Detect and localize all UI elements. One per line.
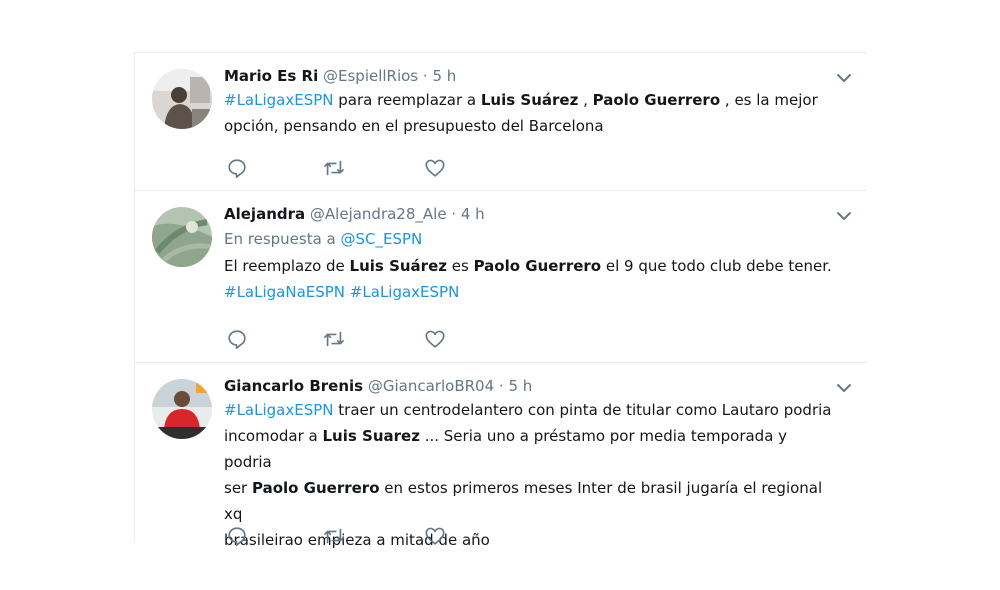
tweet-text: El reemplazo de Luis Suárez es Paolo Gue… (224, 253, 834, 305)
tweet-header: Alejandra @Alejandra28_Ale · 4 h (224, 203, 834, 225)
tweet[interactable]: Giancarlo Brenis @GiancarloBR04 · 5 h #L… (135, 363, 867, 549)
text-span: , (578, 91, 593, 109)
bold-text: Paolo Guerrero (473, 257, 602, 275)
tweet-content: Mario Es Ri @EspiellRios · 5 h #LaLigaxE… (224, 65, 834, 139)
chevron-down-icon[interactable] (835, 207, 853, 225)
retweet-icon[interactable] (323, 525, 347, 549)
tweet-actions (224, 525, 484, 549)
timeline-feed: Mario Es Ri @EspiellRios · 5 h #LaLigaxE… (134, 52, 867, 549)
green-abstract-photo-icon (152, 207, 212, 267)
avatar[interactable] (152, 207, 212, 267)
timestamp[interactable]: 5 h (432, 67, 456, 85)
avatar[interactable] (152, 379, 212, 439)
text-span: opción, pensando en el presupuesto del B… (224, 117, 604, 135)
tweet-content: Alejandra @Alejandra28_Ale · 4 h En resp… (224, 203, 834, 305)
tweet-header: Mario Es Ri @EspiellRios · 5 h (224, 65, 834, 87)
reply-icon[interactable] (226, 525, 250, 549)
heart-icon[interactable] (424, 328, 448, 352)
text-span: es (446, 257, 474, 275)
separator: · (494, 377, 509, 395)
avatar[interactable] (152, 69, 212, 129)
handle[interactable]: @GiancarloBR04 (368, 377, 494, 395)
timestamp[interactable]: 5 h (508, 377, 532, 395)
tweet-text: #LaLigaxESPN para reemplazar a Luis Suár… (224, 87, 834, 139)
timestamp[interactable]: 4 h (461, 205, 485, 223)
chevron-down-icon[interactable] (835, 379, 853, 397)
hashtag-link[interactable]: #LaLigaxESPN (224, 91, 334, 109)
separator: · (446, 205, 461, 223)
bold-text: Luis Suárez (349, 257, 447, 275)
text-span: ser (224, 479, 252, 497)
bold-text: Paolo Guerrero (251, 479, 380, 497)
heart-icon[interactable] (424, 525, 448, 549)
bold-text: Luis Suarez (322, 427, 420, 445)
reply-icon[interactable] (226, 157, 250, 181)
hashtag-link[interactable]: #LaLigaxESPN (224, 401, 334, 419)
chevron-down-icon[interactable] (835, 69, 853, 87)
tweet[interactable]: Alejandra @Alejandra28_Ale · 4 h En resp… (135, 191, 867, 363)
tweet-header: Giancarlo Brenis @GiancarloBR04 · 5 h (224, 375, 834, 397)
person-at-desk-photo-icon (152, 69, 212, 129)
tweet-actions (224, 157, 484, 181)
bold-text: Paolo Guerrero (592, 91, 721, 109)
handle[interactable]: @EspiellRios (323, 67, 418, 85)
separator: · (418, 67, 433, 85)
bold-text: Luis Suárez (480, 91, 579, 109)
person-in-red-shirt-photo-icon (152, 379, 212, 439)
reply-icon[interactable] (226, 328, 250, 352)
display-name[interactable]: Giancarlo Brenis (224, 377, 363, 395)
heart-icon[interactable] (424, 157, 448, 181)
text-span: para reemplazar a (333, 91, 481, 109)
tweet[interactable]: Mario Es Ri @EspiellRios · 5 h #LaLigaxE… (135, 53, 867, 191)
reply-context: En respuesta a @SC_ESPN (224, 225, 834, 253)
text-span: traer un centrodelantero con pinta de ti… (333, 401, 832, 419)
text-span: el 9 que todo club debe tener. (601, 257, 832, 275)
text-span: El reemplazo de (224, 257, 350, 275)
tweet-actions (224, 328, 484, 352)
display-name[interactable]: Mario Es Ri (224, 67, 318, 85)
handle[interactable]: @Alejandra28_Ale (310, 205, 447, 223)
display-name[interactable]: Alejandra (224, 205, 305, 223)
text-span: , es la mejor (720, 91, 818, 109)
hashtag-link[interactable]: #LaLigaxESPN (350, 283, 460, 301)
retweet-icon[interactable] (323, 328, 347, 352)
reply-prefix: En respuesta a (224, 230, 341, 248)
retweet-icon[interactable] (323, 157, 347, 181)
text-span: incomodar a (224, 427, 323, 445)
mention-link[interactable]: @SC_ESPN (341, 230, 423, 248)
hashtag-link[interactable]: #LaLigaNaESPN (224, 283, 345, 301)
